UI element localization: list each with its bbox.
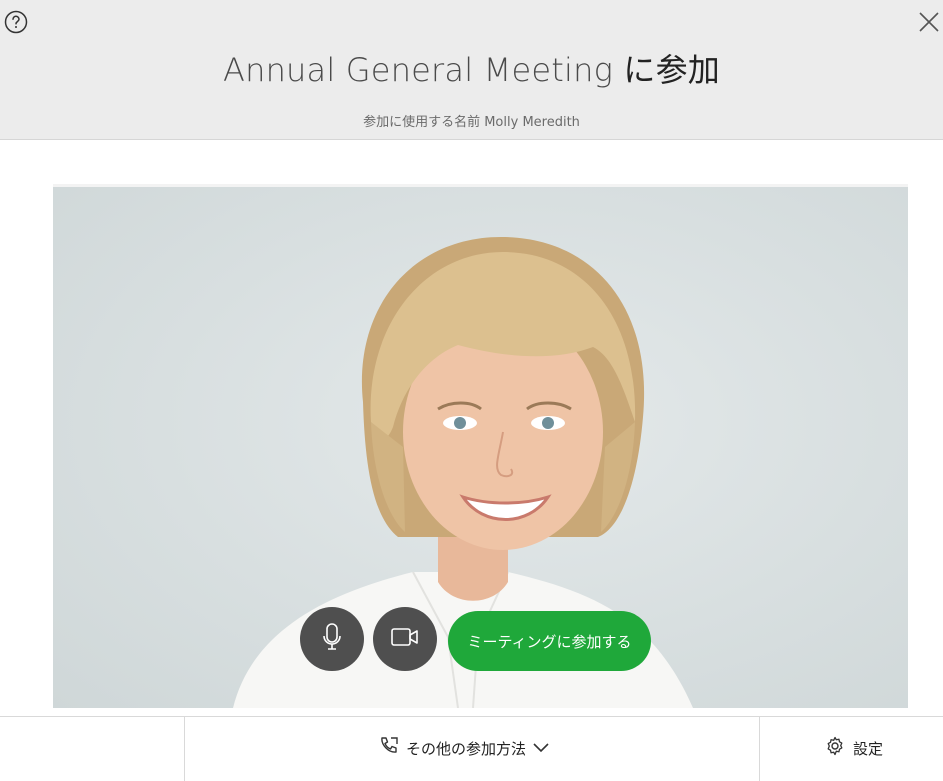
gear-icon [825, 736, 845, 760]
join-as-text: 参加に使用する名前 Molly Meredith [0, 111, 943, 130]
other-join-methods-button[interactable]: その他の参加方法 [378, 735, 550, 761]
settings-button[interactable]: 設定 [825, 735, 883, 761]
close-icon[interactable] [918, 11, 940, 33]
footer-bar: その他の参加方法 設定 [0, 716, 943, 781]
meeting-name: Annual General Meeting [223, 51, 613, 89]
camera-button[interactable] [373, 607, 437, 671]
settings-label: 設定 [853, 739, 884, 758]
chevron-down-icon [532, 739, 550, 757]
join-meeting-button[interactable]: ミーティングに参加する [448, 611, 651, 671]
footer-divider [184, 717, 185, 781]
phone-icon [378, 735, 400, 761]
microphone-button[interactable] [300, 607, 364, 671]
user-name: Molly Meredith [484, 115, 580, 130]
join-dialog-header: Annual General Meeting に参加 参加に使用する名前 Mol… [0, 0, 943, 140]
footer-divider [759, 717, 760, 781]
title-join-suffix: に参加 [613, 51, 720, 89]
page-title: Annual General Meeting に参加 [0, 45, 943, 91]
help-icon[interactable] [4, 10, 28, 34]
camera-icon [390, 627, 420, 651]
microphone-icon [321, 622, 343, 656]
other-join-methods-label: その他の参加方法 [406, 739, 527, 758]
join-as-label: 参加に使用する名前 [363, 115, 481, 130]
